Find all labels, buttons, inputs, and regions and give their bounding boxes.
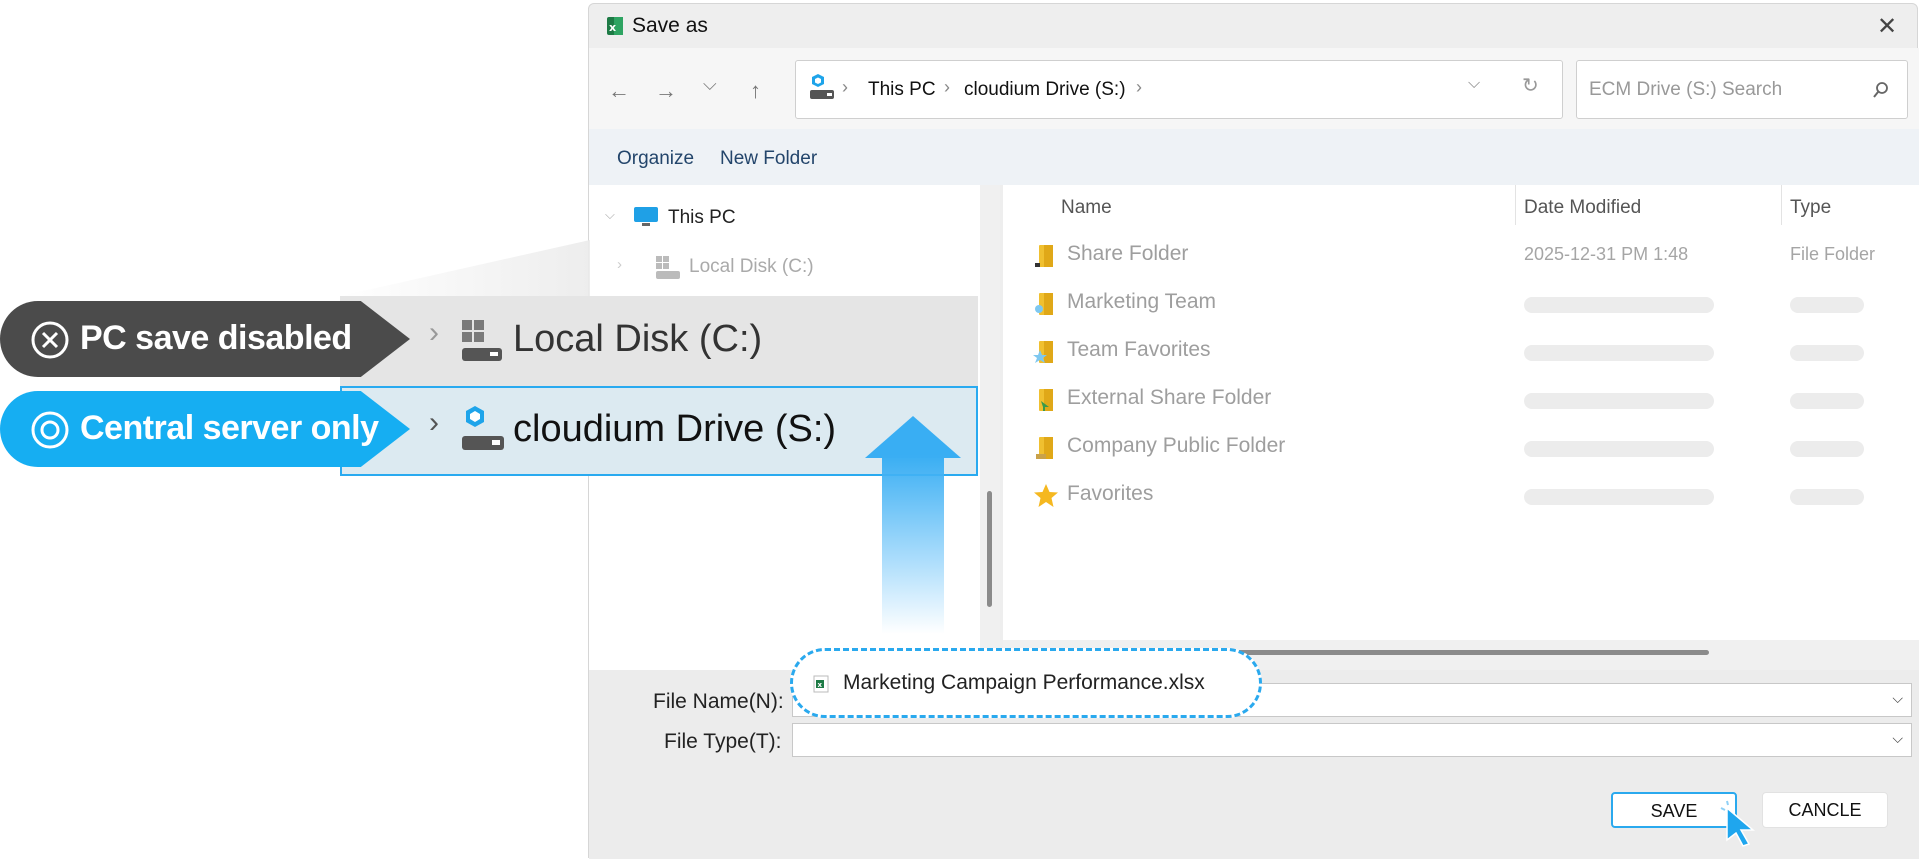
date-placeholder-bar [1524, 393, 1714, 409]
share-folder-icon [1035, 245, 1053, 267]
dialog-title: Save as [632, 14, 708, 37]
file-name: Team Favorites [1067, 338, 1211, 361]
cancel-button[interactable]: CANCLE [1762, 792, 1888, 828]
column-divider[interactable] [1781, 185, 1782, 225]
type-placeholder-bar [1790, 393, 1864, 409]
chevron-down-icon[interactable]: ⌵ [1892, 690, 1903, 707]
search-box[interactable]: ECM Drive (S:) Search [1576, 60, 1908, 119]
chevron-right-icon: › [429, 406, 439, 439]
file-row[interactable]: Marketing Team [1033, 287, 1893, 323]
nav-scroll-thumb[interactable] [987, 491, 992, 607]
monitor-icon [634, 207, 658, 226]
file-name-callout: x Marketing Campaign Performance.xlsx [790, 648, 1262, 718]
x-circle-icon [31, 321, 69, 359]
zoom-projection [340, 240, 590, 296]
file-row[interactable]: Team Favorites [1033, 335, 1893, 371]
date-placeholder-bar [1524, 297, 1714, 313]
search-placeholder: ECM Drive (S:) Search [1589, 79, 1783, 100]
excel-app-icon: x [607, 17, 623, 35]
address-bar[interactable]: › This PC › cloudium Drive (S:) › ⌵ ↻ [795, 60, 1563, 119]
central-server-only-text: Central server only [80, 409, 379, 447]
team-favorites-icon [1033, 341, 1053, 363]
refresh-icon[interactable]: ↻ [1522, 73, 1539, 98]
zoomed-row-local-disk: › Local Disk (C:) [340, 296, 978, 386]
cloud-drive-icon [810, 74, 834, 99]
type-placeholder-bar [1790, 441, 1864, 457]
nav-scrollbar[interactable] [980, 185, 1000, 670]
zoomed-cloud-drive-label: cloudium Drive (S:) [513, 408, 837, 450]
file-row[interactable]: Favorites [1033, 479, 1893, 515]
file-name-label: File Name(N): [653, 690, 784, 713]
forward-arrow-icon[interactable]: → [655, 78, 677, 104]
file-name: Favorites [1067, 482, 1154, 505]
breadcrumb-separator: › [944, 77, 950, 97]
file-date: 2025-12-31 PM 1:48 [1524, 244, 1689, 264]
pc-save-disabled-text: PC save disabled [80, 319, 352, 357]
public-folder-icon [1036, 437, 1053, 459]
date-placeholder-bar [1524, 441, 1714, 457]
chevron-right-icon: › [429, 316, 439, 349]
file-row[interactable]: Share Folder 2025-12-31 PM 1:48 File Fol… [1033, 239, 1893, 275]
recent-dropdown-icon[interactable]: ⌵ [703, 74, 717, 95]
date-placeholder-bar [1524, 489, 1714, 505]
excel-file-icon: x [813, 675, 829, 693]
cursor-pointer-icon [1720, 800, 1756, 847]
type-placeholder-bar [1790, 345, 1864, 361]
svg-text:x: x [818, 681, 823, 689]
file-row[interactable]: Company Public Folder [1033, 431, 1893, 467]
column-header-type[interactable]: Type [1790, 197, 1831, 219]
cloud-drive-icon [462, 406, 504, 450]
close-icon[interactable]: ✕ [1877, 12, 1897, 41]
breadcrumb-separator: › [842, 77, 848, 97]
column-header-date-modified[interactable]: Date Modified [1524, 197, 1641, 219]
svg-text:x: x [609, 21, 616, 34]
file-name: Marketing Team [1067, 290, 1217, 313]
pc-save-disabled-badge: PC save disabled [0, 301, 410, 377]
nav-item-this-pc[interactable]: This PC [668, 207, 736, 229]
target-circle-icon [31, 411, 69, 449]
new-folder-button[interactable]: New Folder [720, 148, 817, 170]
date-placeholder-bar [1524, 345, 1714, 361]
up-arrow-shaft [882, 454, 944, 634]
search-icon[interactable] [1872, 81, 1890, 99]
file-type-label: File Type(T): [664, 730, 782, 753]
title-bar: x Save as ✕ [589, 4, 1919, 48]
file-name-value: Marketing Campaign Performance.xlsx [843, 671, 1205, 694]
local-disk-icon [462, 320, 502, 361]
type-placeholder-bar [1790, 297, 1864, 313]
file-type-select[interactable]: ⌵ [792, 723, 1912, 757]
star-icon [1034, 484, 1058, 507]
expand-chevron-icon[interactable]: › [617, 256, 622, 273]
file-name: External Share Folder [1067, 386, 1272, 409]
zoomed-local-disk-label: Local Disk (C:) [513, 318, 763, 360]
column-divider[interactable] [1515, 185, 1516, 225]
nav-item-local-disk[interactable]: Local Disk (C:) [689, 256, 814, 278]
file-name: Company Public Folder [1067, 434, 1286, 457]
file-name: Share Folder [1067, 242, 1189, 265]
column-header-name[interactable]: Name [1061, 197, 1112, 219]
file-row[interactable]: External Share Folder [1033, 383, 1893, 419]
external-share-folder-icon [1039, 389, 1053, 411]
team-folder-icon [1035, 293, 1053, 315]
breadcrumb-this-pc[interactable]: This PC [868, 79, 936, 101]
address-dropdown-icon[interactable]: ⌵ [1468, 75, 1480, 93]
back-arrow-icon[interactable]: ← [608, 78, 630, 104]
expand-chevron-icon[interactable]: ⌵ [605, 207, 615, 223]
local-disk-icon [656, 256, 680, 279]
chevron-down-icon[interactable]: ⌵ [1892, 730, 1903, 747]
file-type: File Folder [1790, 244, 1876, 264]
organize-button[interactable]: Organize [617, 148, 694, 170]
breadcrumb-separator: › [1136, 77, 1142, 97]
up-arrow-icon[interactable]: ↑ [750, 78, 761, 104]
type-placeholder-bar [1790, 489, 1864, 505]
breadcrumb-cloud-drive[interactable]: cloudium Drive (S:) [964, 79, 1126, 101]
central-server-only-badge: Central server only [0, 391, 410, 467]
